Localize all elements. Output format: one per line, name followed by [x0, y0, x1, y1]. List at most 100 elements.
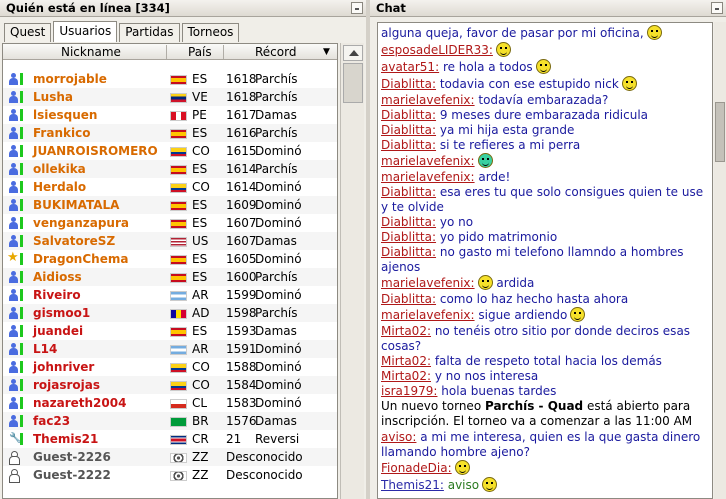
user-nickname[interactable]: Frankico	[33, 124, 90, 142]
user-nickname[interactable]: BUKIMATALA	[33, 196, 119, 214]
user-country: AR	[192, 288, 209, 302]
tab-usuarios[interactable]: Usuarios	[53, 21, 118, 42]
column-nickname[interactable]: Nickname	[61, 44, 121, 60]
user-row[interactable]: morrojable ES 1618 Parchís	[3, 70, 337, 88]
chat-nick[interactable]: Diablitta:	[381, 215, 436, 229]
chat-nick[interactable]: marielavefenix:	[381, 170, 475, 184]
user-record-points: 1576	[226, 414, 257, 428]
user-nickname[interactable]: L14	[33, 340, 57, 358]
user-row[interactable]: nazareth2004 CL 1583 Dominó	[3, 394, 337, 412]
chat-nick[interactable]: Themis21:	[381, 478, 444, 492]
user-row[interactable]: DragonChema ES 1605Dominó	[3, 249, 337, 268]
minimize-panel-icon[interactable]	[351, 2, 363, 14]
column-country[interactable]: País	[188, 44, 212, 60]
user-row[interactable]: BUKIMATALA ES 1609 Dominó	[3, 196, 337, 214]
chat-nick[interactable]: FionadeDia:	[381, 461, 452, 475]
scroll-up-icon[interactable]	[343, 45, 363, 61]
chat-message: alguna queja, favor de pasar por mi ofic…	[381, 25, 707, 41]
chat-scrollbar[interactable]	[714, 22, 726, 499]
user-row[interactable]: L14 AR 1591 Dominó	[3, 340, 337, 358]
chat-nick[interactable]: esposadeLIDER33:	[381, 43, 493, 57]
chat-nick[interactable]: marielavefenix:	[381, 93, 475, 107]
user-country: CO	[192, 360, 210, 374]
user-nickname[interactable]: Aidioss	[33, 268, 82, 286]
user-row[interactable]: SalvatoreSZ US 1607 Damas	[3, 232, 337, 250]
chat-nick[interactable]: Mirta02:	[381, 354, 431, 368]
chat-nick[interactable]: avatar51:	[381, 60, 439, 74]
user-nickname[interactable]: Guest-2226	[33, 448, 111, 466]
user-nickname[interactable]: Riveiro	[33, 286, 81, 304]
user-nickname[interactable]: Guest-2222	[33, 466, 111, 484]
user-row[interactable]: Themis21 CR 21 Reversi	[3, 430, 337, 448]
chat-scroll-thumb[interactable]	[715, 102, 725, 162]
tab-partidas[interactable]: Partidas	[119, 23, 180, 42]
user-nickname[interactable]: Herdalo	[33, 178, 86, 196]
star-icon	[7, 249, 19, 267]
user-nickname[interactable]: johnriver	[33, 358, 94, 376]
user-list-scrollbar[interactable]	[340, 43, 364, 499]
user-row[interactable]: juandei ES 1593 Damas	[3, 322, 337, 340]
user-row[interactable]: Lusha VE 1618 Parchís	[3, 88, 337, 106]
chat-nick[interactable]: Diablitta:	[381, 138, 436, 152]
chat-nick[interactable]: Mirta02:	[381, 369, 431, 383]
user-nickname[interactable]: SalvatoreSZ	[33, 232, 115, 250]
user-row[interactable]: Frankico ES 1616 Parchís	[3, 124, 337, 142]
user-nickname[interactable]: juandei	[33, 322, 83, 340]
tab-torneos[interactable]: Torneos	[181, 23, 240, 42]
user-row[interactable]: lsiesquen PE 1617 Damas	[3, 106, 337, 124]
country-flag-icon	[170, 129, 187, 139]
chat-message: avatar51: re hola a todos	[381, 59, 707, 75]
user-nickname[interactable]: gismoo1	[33, 304, 90, 322]
chat-nick[interactable]: marielavefenix:	[381, 154, 475, 168]
user-nickname[interactable]: rojasrojas	[33, 376, 100, 394]
user-nickname[interactable]: morrojable	[33, 70, 107, 88]
user-record-points: 1591	[226, 342, 257, 356]
user-row[interactable]: Guest-2222 ZZ Desconocido	[3, 466, 337, 484]
chat-nick[interactable]: aviso:	[381, 430, 416, 444]
column-record[interactable]: Récord	[255, 44, 296, 60]
chat-nick[interactable]: Diablitta:	[381, 77, 436, 91]
chat-nick[interactable]: Diablitta:	[381, 108, 436, 122]
chat-nick[interactable]: marielavefenix:	[381, 276, 475, 290]
user-row[interactable]: gismoo1 AD 1598 Parchís	[3, 304, 337, 322]
sort-chevron-icon[interactable]: ▼	[323, 44, 330, 60]
scroll-thumb[interactable]	[343, 63, 363, 103]
smiley-icon	[454, 460, 470, 475]
user-row[interactable]: venganzapura ES 1607 Dominó	[3, 214, 337, 232]
user-row[interactable]: johnriver CO 1588 Dominó	[3, 358, 337, 376]
user-nickname[interactable]: JUANROISROMERO	[33, 142, 158, 160]
country-flag-icon	[170, 201, 187, 211]
chat-nick[interactable]: Diablitta:	[381, 185, 436, 199]
chat-nick[interactable]: Diablitta:	[381, 245, 436, 259]
user-nickname[interactable]: DragonChema	[33, 250, 128, 268]
tab-quest[interactable]: Quest	[4, 23, 52, 42]
chat-nick[interactable]: marielavefenix:	[381, 308, 475, 322]
minimize-chat-icon[interactable]	[711, 2, 723, 14]
user-row[interactable]: Aidioss ES 1600 Parchís	[3, 268, 337, 286]
chat-nick[interactable]: Mirta02:	[381, 324, 431, 338]
user-nickname[interactable]: nazareth2004	[33, 394, 126, 412]
user-row[interactable]: JUANROISROMERO CO 1615 Dominó	[3, 142, 337, 160]
chat-message: Diablitta: ya mi hija esta grande	[381, 123, 707, 138]
user-nickname[interactable]: ollekika	[33, 160, 86, 178]
chat-message: Diablitta: 9 meses dure embarazada ridic…	[381, 108, 707, 123]
smiley-icon	[495, 42, 511, 57]
user-row[interactable]: ollekika ES 1614 Parchís	[3, 160, 337, 178]
user-nickname[interactable]: lsiesquen	[33, 106, 97, 124]
user-row[interactable]: Guest-2226 ZZ Desconocido	[3, 448, 337, 466]
smiley-icon	[621, 76, 637, 91]
chat-nick[interactable]: Diablitta:	[381, 123, 436, 137]
chat-nick[interactable]: Diablitta:	[381, 292, 436, 306]
user-row[interactable]: fac23 BR 1576 Damas	[3, 412, 337, 430]
user-record-game: Desconocido	[226, 450, 303, 464]
user-row[interactable]: rojasrojas CO 1584 Dominó	[3, 376, 337, 394]
user-row[interactable]: Herdalo CO 1614 Dominó	[3, 178, 337, 196]
user-nickname[interactable]: fac23	[33, 412, 70, 430]
user-nickname[interactable]: Lusha	[33, 88, 73, 106]
user-nickname[interactable]: Themis21	[33, 430, 98, 448]
user-row[interactable]: Riveiro AR 1599 Dominó	[3, 286, 337, 304]
chat-text: ya mi hija esta grande	[436, 123, 575, 137]
user-nickname[interactable]: venganzapura	[33, 214, 129, 232]
chat-nick[interactable]: isra1979:	[381, 384, 437, 398]
chat-nick[interactable]: Diablitta:	[381, 230, 436, 244]
